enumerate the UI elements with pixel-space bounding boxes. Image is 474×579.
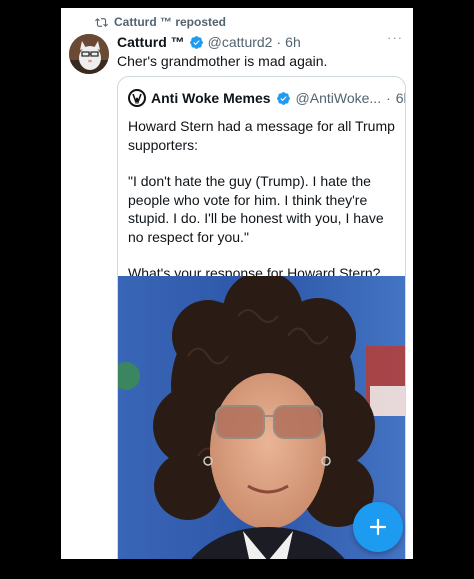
tweet-text: Cher's grandmother is mad again. [117, 53, 328, 69]
repost-icon [95, 17, 108, 27]
cat-avatar-icon [69, 34, 109, 74]
verified-badge-icon [189, 35, 203, 49]
repost-indicator[interactable]: Catturd ™ reposted [95, 15, 226, 29]
logo-icon [132, 93, 142, 104]
author-name[interactable]: Catturd ™ [117, 34, 185, 50]
separator-dot: · [386, 90, 391, 106]
avatar[interactable] [69, 34, 109, 74]
verified-badge-icon [276, 91, 290, 105]
more-options-button[interactable]: ··· [387, 30, 403, 45]
tweet-header: Catturd ™ @catturd2 · 6h [117, 34, 301, 50]
repost-label: Catturd ™ reposted [114, 15, 227, 29]
quoted-tweet-text: Howard Stern had a message for all Trump… [128, 117, 396, 301]
quoted-paragraph: "I don't hate the guy (Trump). I hate th… [128, 173, 384, 245]
quoted-tweet-header: Anti Woke Memes @AntiWoke... · 6h [128, 89, 405, 107]
tweet-card: Catturd ™ reposted Catturd ™ @catturd2 ·… [61, 8, 413, 559]
quoted-tweet[interactable]: Anti Woke Memes @AntiWoke... · 6h Howard… [117, 76, 406, 559]
plus-icon [369, 518, 387, 536]
quoted-timestamp[interactable]: 6h [396, 90, 405, 106]
quoted-author-name[interactable]: Anti Woke Memes [151, 90, 271, 106]
separator-dot: · [276, 34, 282, 50]
quoted-avatar[interactable] [128, 89, 146, 107]
compose-button[interactable] [353, 502, 403, 552]
timestamp[interactable]: 6h [285, 34, 301, 50]
quoted-author-handle[interactable]: @AntiWoke... [296, 90, 382, 106]
author-handle[interactable]: @catturd2 [208, 34, 273, 50]
quoted-paragraph: Howard Stern had a message for all Trump… [128, 118, 395, 153]
